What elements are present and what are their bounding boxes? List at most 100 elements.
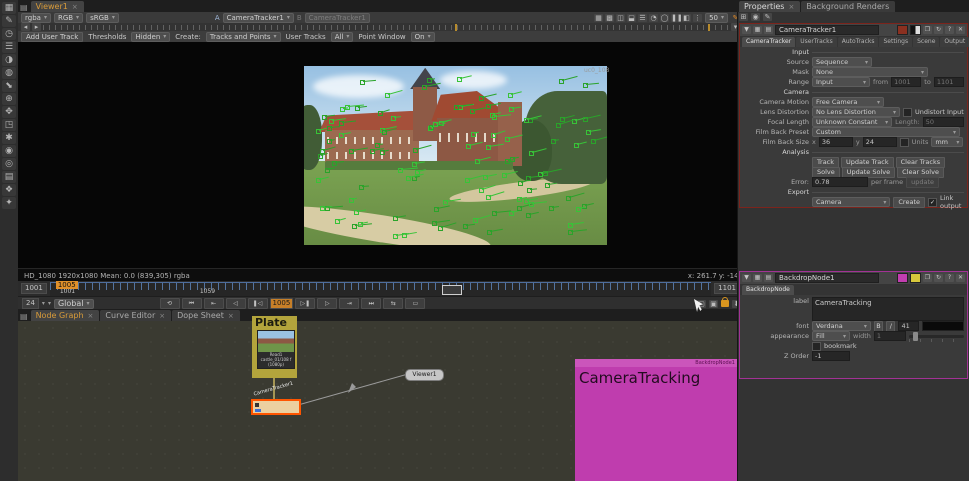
error-field[interactable]: 0.78 [812,177,868,187]
input-a-dropdown[interactable]: CameraTracker1▾ [223,13,294,23]
length-field[interactable]: 50 [923,117,964,127]
layout-icon[interactable]: ⊞ [739,13,748,21]
update-solve-button[interactable]: Update Solve [842,167,895,178]
caret-icon[interactable]: ▾ [42,300,45,307]
float-icon[interactable]: ❐ [923,26,932,34]
link-output-checkbox[interactable]: ✓ [928,198,937,207]
font-color-swatch[interactable] [922,321,964,331]
frame-counter[interactable]: 1005 [270,298,294,309]
wipe-icon[interactable]: ◫ [616,14,625,22]
fb-x-field[interactable]: 36 [819,137,853,147]
channels-dropdown[interactable]: rgba▾ [21,13,51,23]
pin-icon[interactable]: ◉ [751,13,760,21]
gl-color-swatch[interactable] [910,25,921,35]
node-name-field[interactable]: CameraTracker1 [775,25,879,35]
timeline-strip[interactable]: 1005 1001 1059 [50,282,711,296]
tab-node-graph[interactable]: Node Graph× [31,310,100,321]
width-slider[interactable] [909,335,964,338]
manage-icon[interactable]: ▤ [764,26,773,34]
tab-properties[interactable]: Properties × [739,1,800,12]
units-checkbox[interactable] [900,138,909,147]
lens-distortion-dropdown[interactable]: No Lens Distortion▾ [812,107,900,117]
caret-icon[interactable]: ▾ [48,300,51,307]
deep-icon[interactable]: ◉ [2,145,16,157]
goto-start-icon[interactable]: ⏮ [182,298,202,309]
prev-key-icon[interactable]: ⇤ [204,298,224,309]
collapse-icon[interactable]: ▼ [742,274,751,282]
toolsets-icon[interactable]: ❖ [2,184,16,196]
bookmark-checkbox[interactable] [812,342,821,351]
close-icon[interactable]: × [788,3,794,11]
edit-icon[interactable]: ✎ [763,13,772,21]
tab-settings[interactable]: Settings [879,37,912,47]
cameratracker-node[interactable] [251,399,301,415]
zorder-field[interactable]: -1 [812,351,850,361]
step-fwd-icon[interactable]: ▷ [317,298,337,309]
units-dropdown[interactable]: mm▾ [931,137,963,147]
playhead[interactable]: 1005 [56,281,78,289]
node-name-field[interactable]: BackdropNode1 [775,273,879,283]
italic-button[interactable]: / [886,321,895,332]
other-icon[interactable]: ✦ [2,197,16,209]
camera-motion-dropdown[interactable]: Free Camera▾ [812,97,884,107]
export-dropdown[interactable]: Camera▾ [812,197,890,207]
goto-end-icon[interactable]: ⏭ [361,298,381,309]
clock-icon[interactable]: ◔ [649,14,658,22]
display-dropdown[interactable]: RGB▾ [54,13,83,23]
strip-fwd-icon[interactable]: ▸ [32,23,41,31]
lock-icon[interactable] [721,300,729,307]
channel-icon[interactable]: ☰ [2,41,16,53]
range-dropdown[interactable]: Input▾ [812,77,870,87]
tab-usertracks[interactable]: UserTracks [796,37,837,47]
checker-icon[interactable]: ▩ [605,14,614,22]
pause-icon[interactable]: ❚❚ [671,14,680,22]
point-window-dropdown[interactable]: On▾ [411,32,435,42]
filter-icon[interactable]: ◍ [2,67,16,79]
collapse-icon[interactable]: ▼ [742,26,751,34]
close-icon[interactable]: × [72,3,78,11]
help-icon[interactable]: ? [945,274,954,282]
step-back-icon[interactable]: ◁ [226,298,246,309]
float-icon[interactable]: ❐ [923,274,932,282]
proxy-toggle-icon[interactable]: ▣ [709,300,718,308]
node-color-swatch[interactable] [897,273,908,283]
pane-menu-icon[interactable]: ▤ [20,312,28,321]
track-button[interactable]: Track [812,157,839,168]
center-icon[interactable]: ▦ [753,274,762,282]
center-icon[interactable]: ▦ [753,26,762,34]
tab-curve-editor[interactable]: Curve Editor× [100,310,171,321]
create-dropdown[interactable]: Tracks and Points▾ [206,32,281,42]
node-color-swatch[interactable] [897,25,908,35]
fps-field[interactable]: 24 [22,298,39,309]
viewer-node[interactable]: Viewer1 [405,369,444,381]
fb-y-field[interactable]: 24 [863,137,897,147]
loop-icon[interactable]: ⟲ [160,298,180,309]
gain-dropdown[interactable]: 50▾ [705,13,728,23]
next-key-icon[interactable]: ⇥ [339,298,359,309]
tab-dope-sheet[interactable]: Dope Sheet× [172,310,240,321]
range-from-field[interactable]: 1001 [891,77,921,87]
range-start-field[interactable]: 1001 [21,283,47,294]
focus-swatch[interactable] [910,273,921,283]
proxy-icon[interactable]: ◧ [682,14,691,22]
play-fwd-icon[interactable]: ▷❚ [295,298,315,309]
solve-button[interactable]: Solve [812,167,840,178]
monitor-out-icon[interactable]: ⬓ [627,14,636,22]
views-icon[interactable]: ◎ [2,158,16,170]
appearance-dropdown[interactable]: Fill▾ [812,331,850,341]
channels-icon[interactable]: ☰ [638,14,647,22]
cameratracking-backdrop[interactable]: BackdropNode1 CameraTracking [575,359,737,481]
menu-icon[interactable]: ⋮ [693,14,702,22]
user-tracks-dropdown[interactable]: All▾ [331,32,354,42]
transform-icon[interactable]: ✥ [2,106,16,118]
undistort-checkbox[interactable] [903,108,912,117]
close-icon[interactable]: × [159,312,165,320]
backdrop-header[interactable]: BackdropNode1 [575,359,737,367]
particles-icon[interactable]: ✱ [2,132,16,144]
lut-dropdown[interactable]: sRGB▾ [86,13,119,23]
tab-backdropnode[interactable]: BackdropNode [742,285,794,295]
range-a-icon[interactable]: ⇆ [383,298,403,309]
error-update-button[interactable]: update [906,177,939,188]
create-button[interactable]: Create [893,197,925,208]
bold-button[interactable]: B [874,321,883,332]
